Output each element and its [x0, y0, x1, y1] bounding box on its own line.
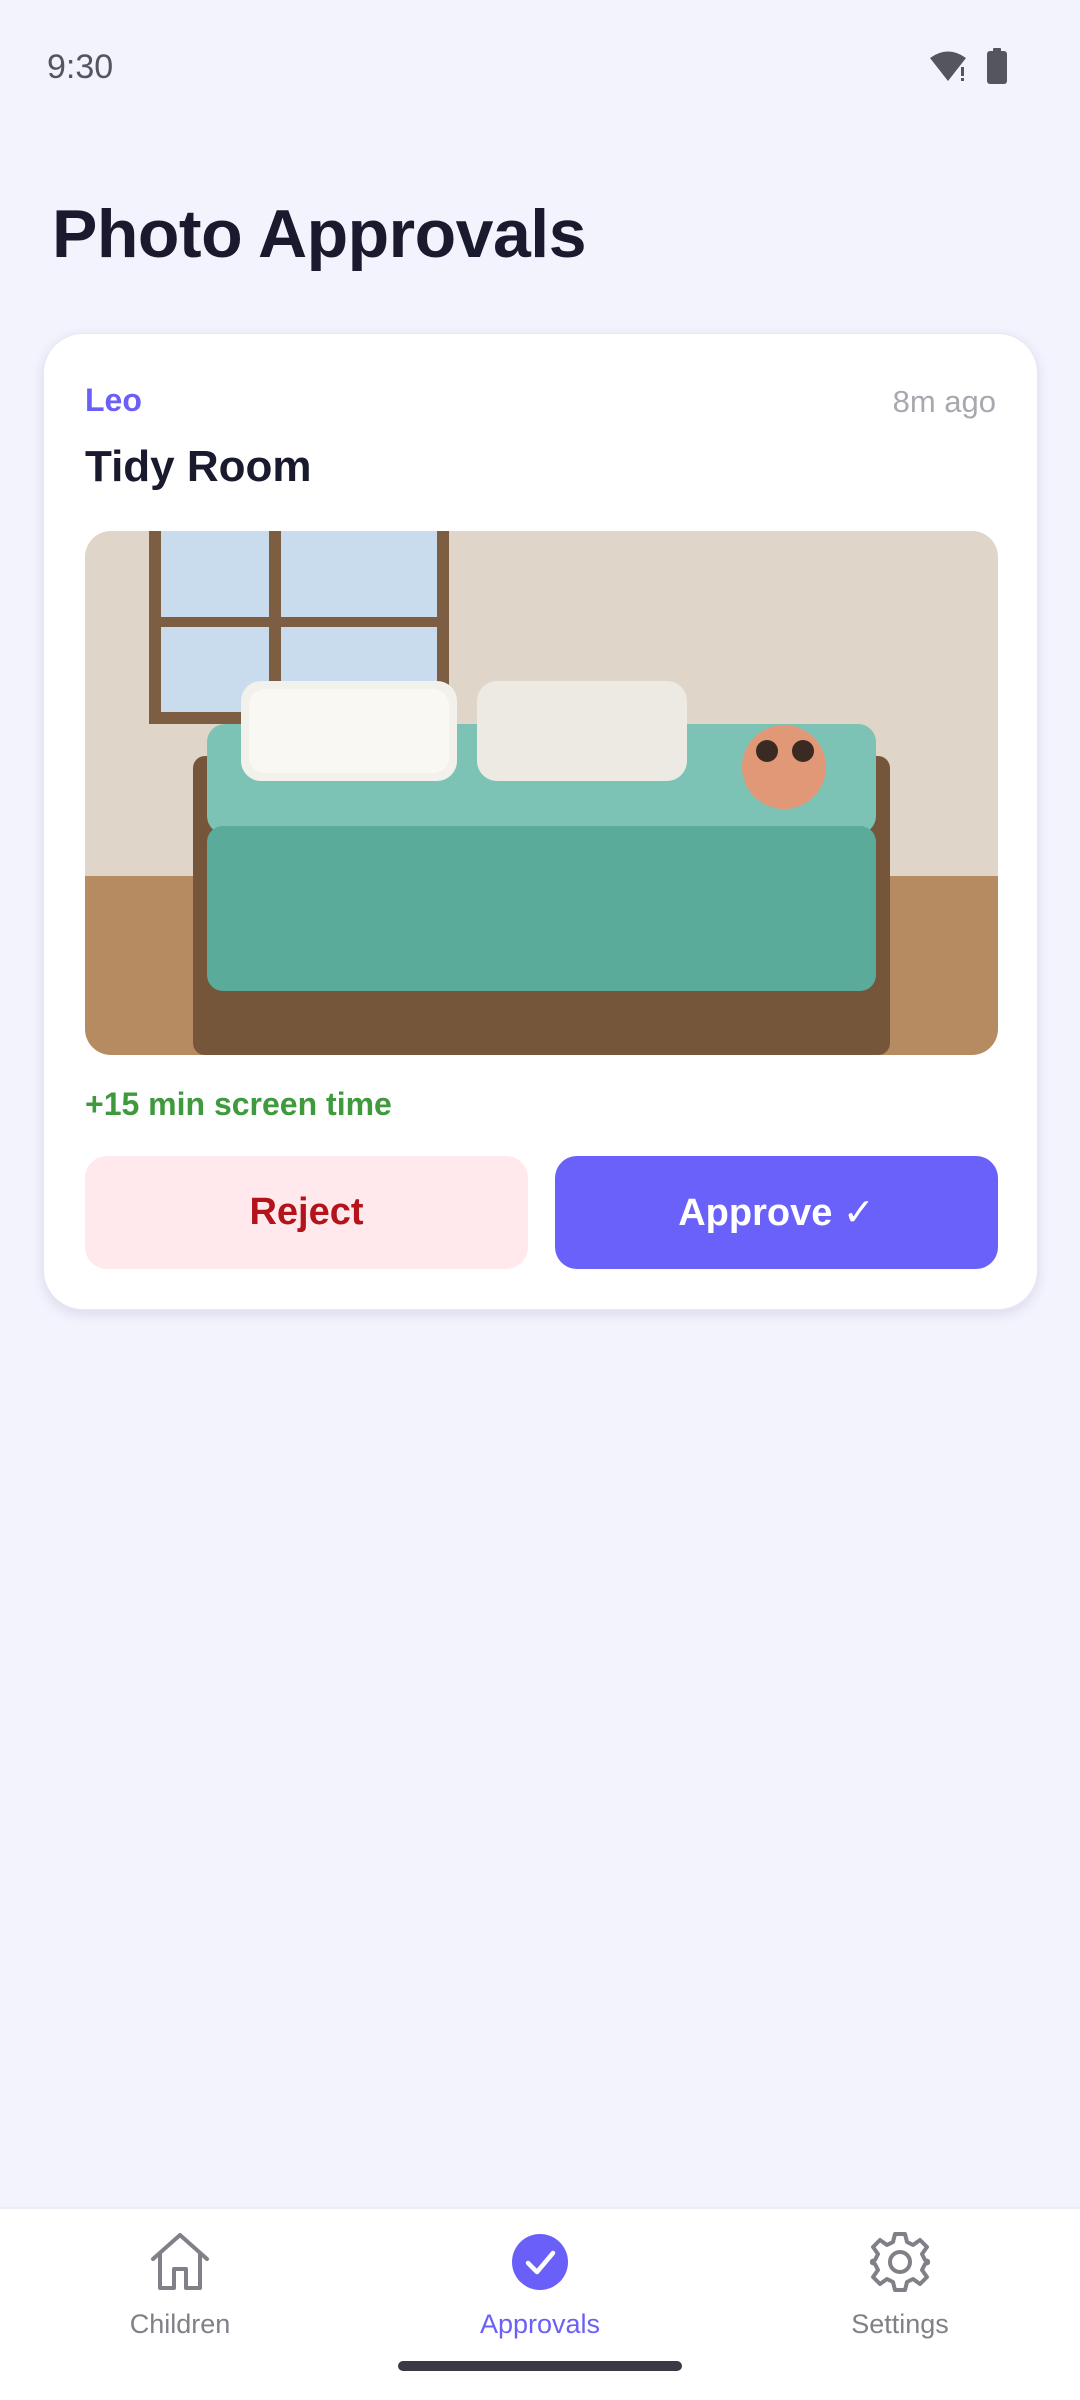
nav-label-children: Children	[129, 2309, 231, 2339]
gear-icon	[867, 2229, 933, 2295]
nav-label-approvals: Approvals	[479, 2309, 601, 2339]
status-time: 9:30	[47, 48, 114, 86]
child-name: Leo	[85, 382, 142, 418]
approve-button[interactable]: Approve ✓	[555, 1156, 998, 1269]
approval-card: Leo 8m ago Tidy Room +15 min screen time…	[43, 333, 1038, 1310]
home-icon	[147, 2229, 213, 2295]
reject-button[interactable]: Reject	[85, 1156, 528, 1269]
nav-item-settings[interactable]: Settings	[750, 2209, 1050, 2359]
nav-item-approvals[interactable]: Approvals	[390, 2209, 690, 2359]
home-indicator[interactable]	[398, 2361, 682, 2371]
submitted-photo[interactable]	[85, 531, 998, 1055]
submission-time: 8m ago	[892, 384, 996, 419]
page-title: Photo Approvals	[52, 196, 587, 272]
status-icons	[928, 48, 1008, 89]
status-bar: 9:30	[0, 0, 1080, 140]
nav-label-settings: Settings	[851, 2309, 949, 2339]
battery-icon	[986, 48, 1008, 89]
nav-item-children[interactable]: Children	[30, 2209, 330, 2359]
bottom-nav: Children Approvals Settings	[0, 2207, 1080, 2400]
wifi-alert-icon	[928, 49, 968, 88]
reward-text: +15 min screen time	[85, 1086, 392, 1122]
check-circle-icon	[507, 2229, 573, 2295]
task-title: Tidy Room	[85, 442, 312, 491]
